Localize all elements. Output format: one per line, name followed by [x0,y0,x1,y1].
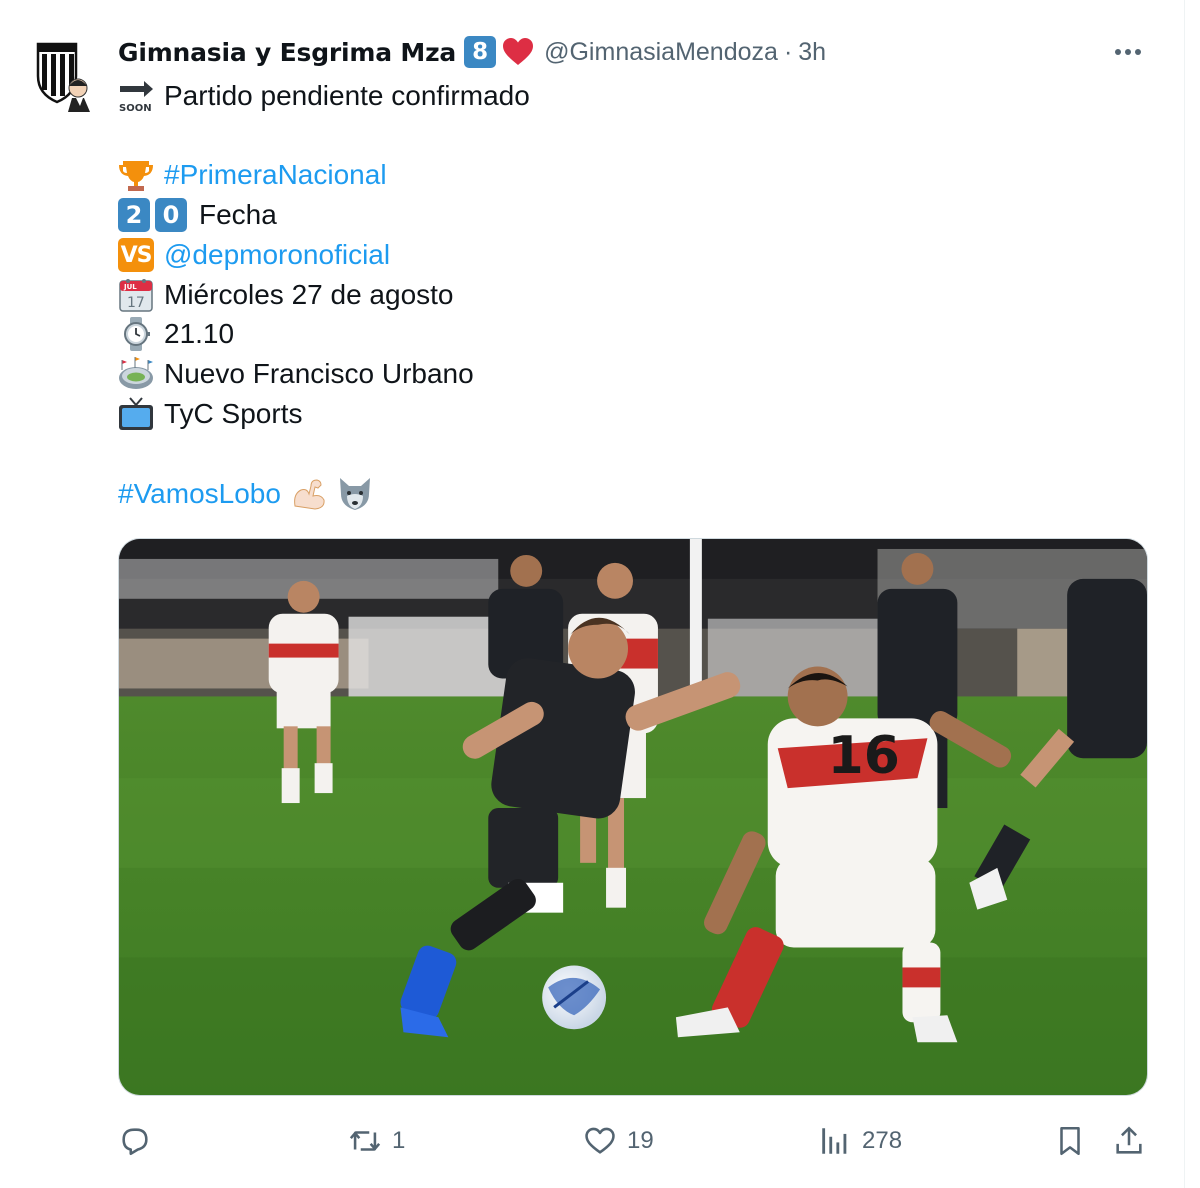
opponent-mention[interactable]: @depmoronoficial [164,239,390,271]
keycap-digit-0: 0 [155,198,187,232]
badge-number: 8 [464,36,497,68]
time-text: 21.10 [164,318,235,349]
like-button[interactable]: 19 [583,1116,654,1166]
svg-text:JUL: JUL [123,283,137,291]
flexed-biceps-icon [291,476,327,512]
timestamp[interactable]: 3h [798,38,826,67]
hashtag-vamos-lobo[interactable]: #VamosLobo [118,478,281,510]
tweet-media-photo[interactable]: 16 [118,538,1148,1096]
wolf-face-icon [337,476,373,512]
svg-text:17: 17 [127,295,145,311]
share-button[interactable] [1112,1116,1146,1166]
more-options-icon[interactable] [1108,36,1148,68]
trophy-icon [118,157,154,193]
watch-icon [118,316,154,352]
tweet-line-time: 21.10 [118,314,234,354]
keycap-digit-2: 2 [118,198,150,232]
bookmark-icon [1060,1126,1080,1156]
television-icon [118,396,154,432]
separator-dot: · [783,37,793,66]
vs-icon: VS [118,238,154,272]
club-crest-icon [26,36,96,112]
share-icon [1116,1126,1142,1154]
venue-text: Nuevo Francisco Urbano [164,358,474,389]
display-name[interactable]: Gimnasia y Esgrima Mza [118,38,456,67]
date-text: Miércoles 27 de agosto [164,279,454,310]
views-button[interactable]: 278 [818,1116,902,1166]
tweet-line-venue: Nuevo Francisco Urbano [118,354,474,394]
tweet-line-date: JUL 17 Miércoles 27 de agosto [118,275,454,315]
heart-icon [503,38,534,65]
hashtag-primera-nacional[interactable]: #PrimeraNacional [164,159,387,191]
reply-button[interactable] [118,1116,162,1166]
views-chart-icon [822,1128,847,1154]
tweet-line-broadcast: TyC Sports [118,394,302,434]
tweet-line-announcement: SOON Partido pendiente confirmado [118,76,530,116]
retweet-button[interactable]: 1 [348,1116,405,1166]
broadcaster-text: TyC Sports [164,398,303,429]
soccer-match-photo: 16 [119,539,1147,1095]
retweet-count: 1 [392,1127,406,1154]
retweet-icon [349,1131,381,1151]
announcement-text: Partido pendiente confirmado [164,80,530,111]
handle[interactable]: @GimnasiaMendoza [544,38,778,67]
svg-text:16: 16 [828,726,900,786]
views-count: 278 [862,1127,903,1154]
avatar[interactable] [26,36,96,112]
like-count: 19 [627,1127,654,1154]
bookmark-button[interactable] [1053,1116,1087,1166]
tweet-action-bar: 1 19 278 [118,1116,1148,1166]
soon-arrow-icon: SOON [118,78,154,114]
tweet-line-opponent: VS @depmoronoficial [118,235,390,275]
reply-icon [122,1128,148,1156]
tweet-card[interactable]: Gimnasia y Esgrima Mza 8 @GimnasiaMendoz… [0,0,1185,1188]
tweet-line-round: 2 0 Fecha [118,195,277,235]
tweet-header: Gimnasia y Esgrima Mza 8 @GimnasiaMendoz… [118,32,826,72]
stadium-icon [118,356,154,392]
like-heart-icon [585,1127,615,1154]
calendar-icon: JUL 17 [118,277,154,313]
tweet-line-hashtag-vamos: #VamosLobo [118,474,383,514]
round-label: Fecha [199,199,277,230]
svg-text:SOON: SOON [119,103,152,114]
tweet-line-competition: #PrimeraNacional [118,155,387,195]
